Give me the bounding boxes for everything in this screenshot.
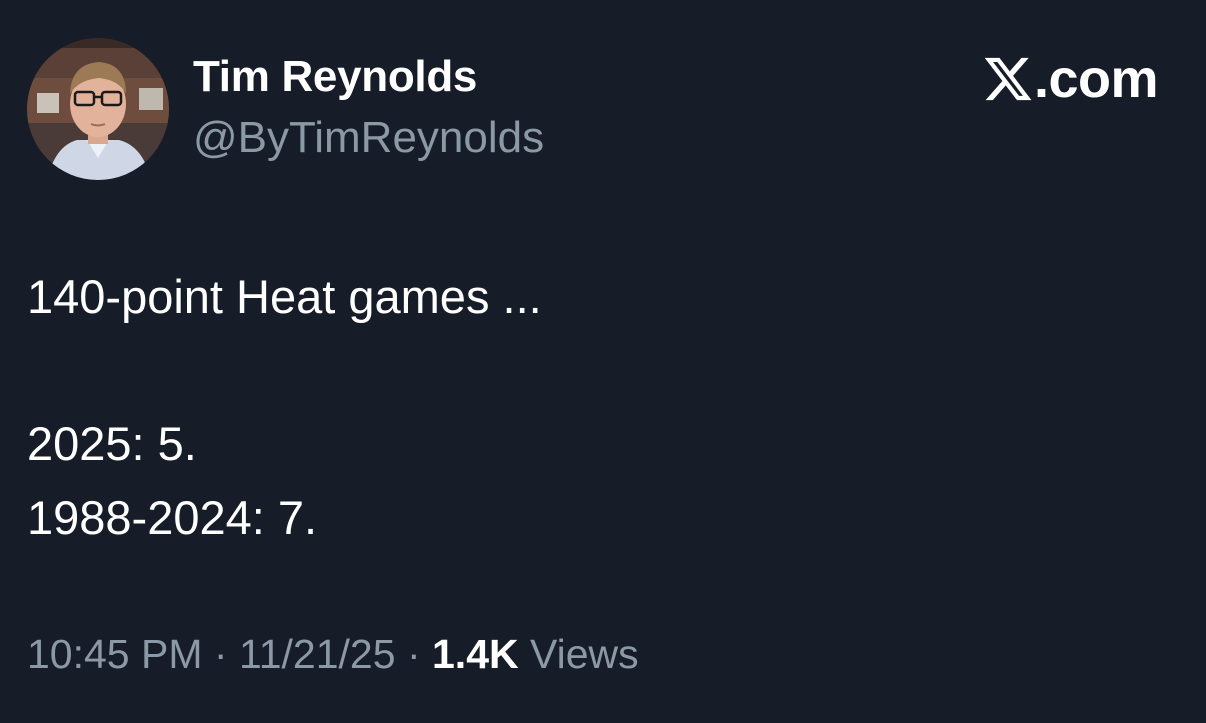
author-display-name[interactable]: Tim Reynolds: [193, 52, 477, 102]
tweet-meta: 10:45 PM · 11/21/25 · 1.4K Views: [27, 634, 639, 675]
author-avatar[interactable]: [27, 38, 169, 180]
tweet-date[interactable]: 11/21/25: [239, 631, 396, 677]
x-logo-icon: [984, 57, 1032, 101]
brand-mark: .com: [982, 49, 1159, 109]
meta-separator: ·: [213, 631, 228, 677]
tweet-text-line: 1988-2024: 7.: [27, 491, 318, 544]
tweet-text-line: 2025: 5.: [27, 417, 197, 470]
views-count: 1.4K: [432, 631, 519, 677]
views-label: Views: [530, 631, 639, 677]
author-handle[interactable]: @ByTimReynolds: [193, 113, 544, 163]
tweet-text-line: 140-point Heat games ...: [27, 270, 542, 323]
avatar-photo: [27, 38, 169, 180]
meta-separator: ·: [406, 631, 421, 677]
tweet-time[interactable]: 10:45 PM: [27, 631, 203, 677]
brand-domain-text: .com: [1033, 49, 1159, 109]
